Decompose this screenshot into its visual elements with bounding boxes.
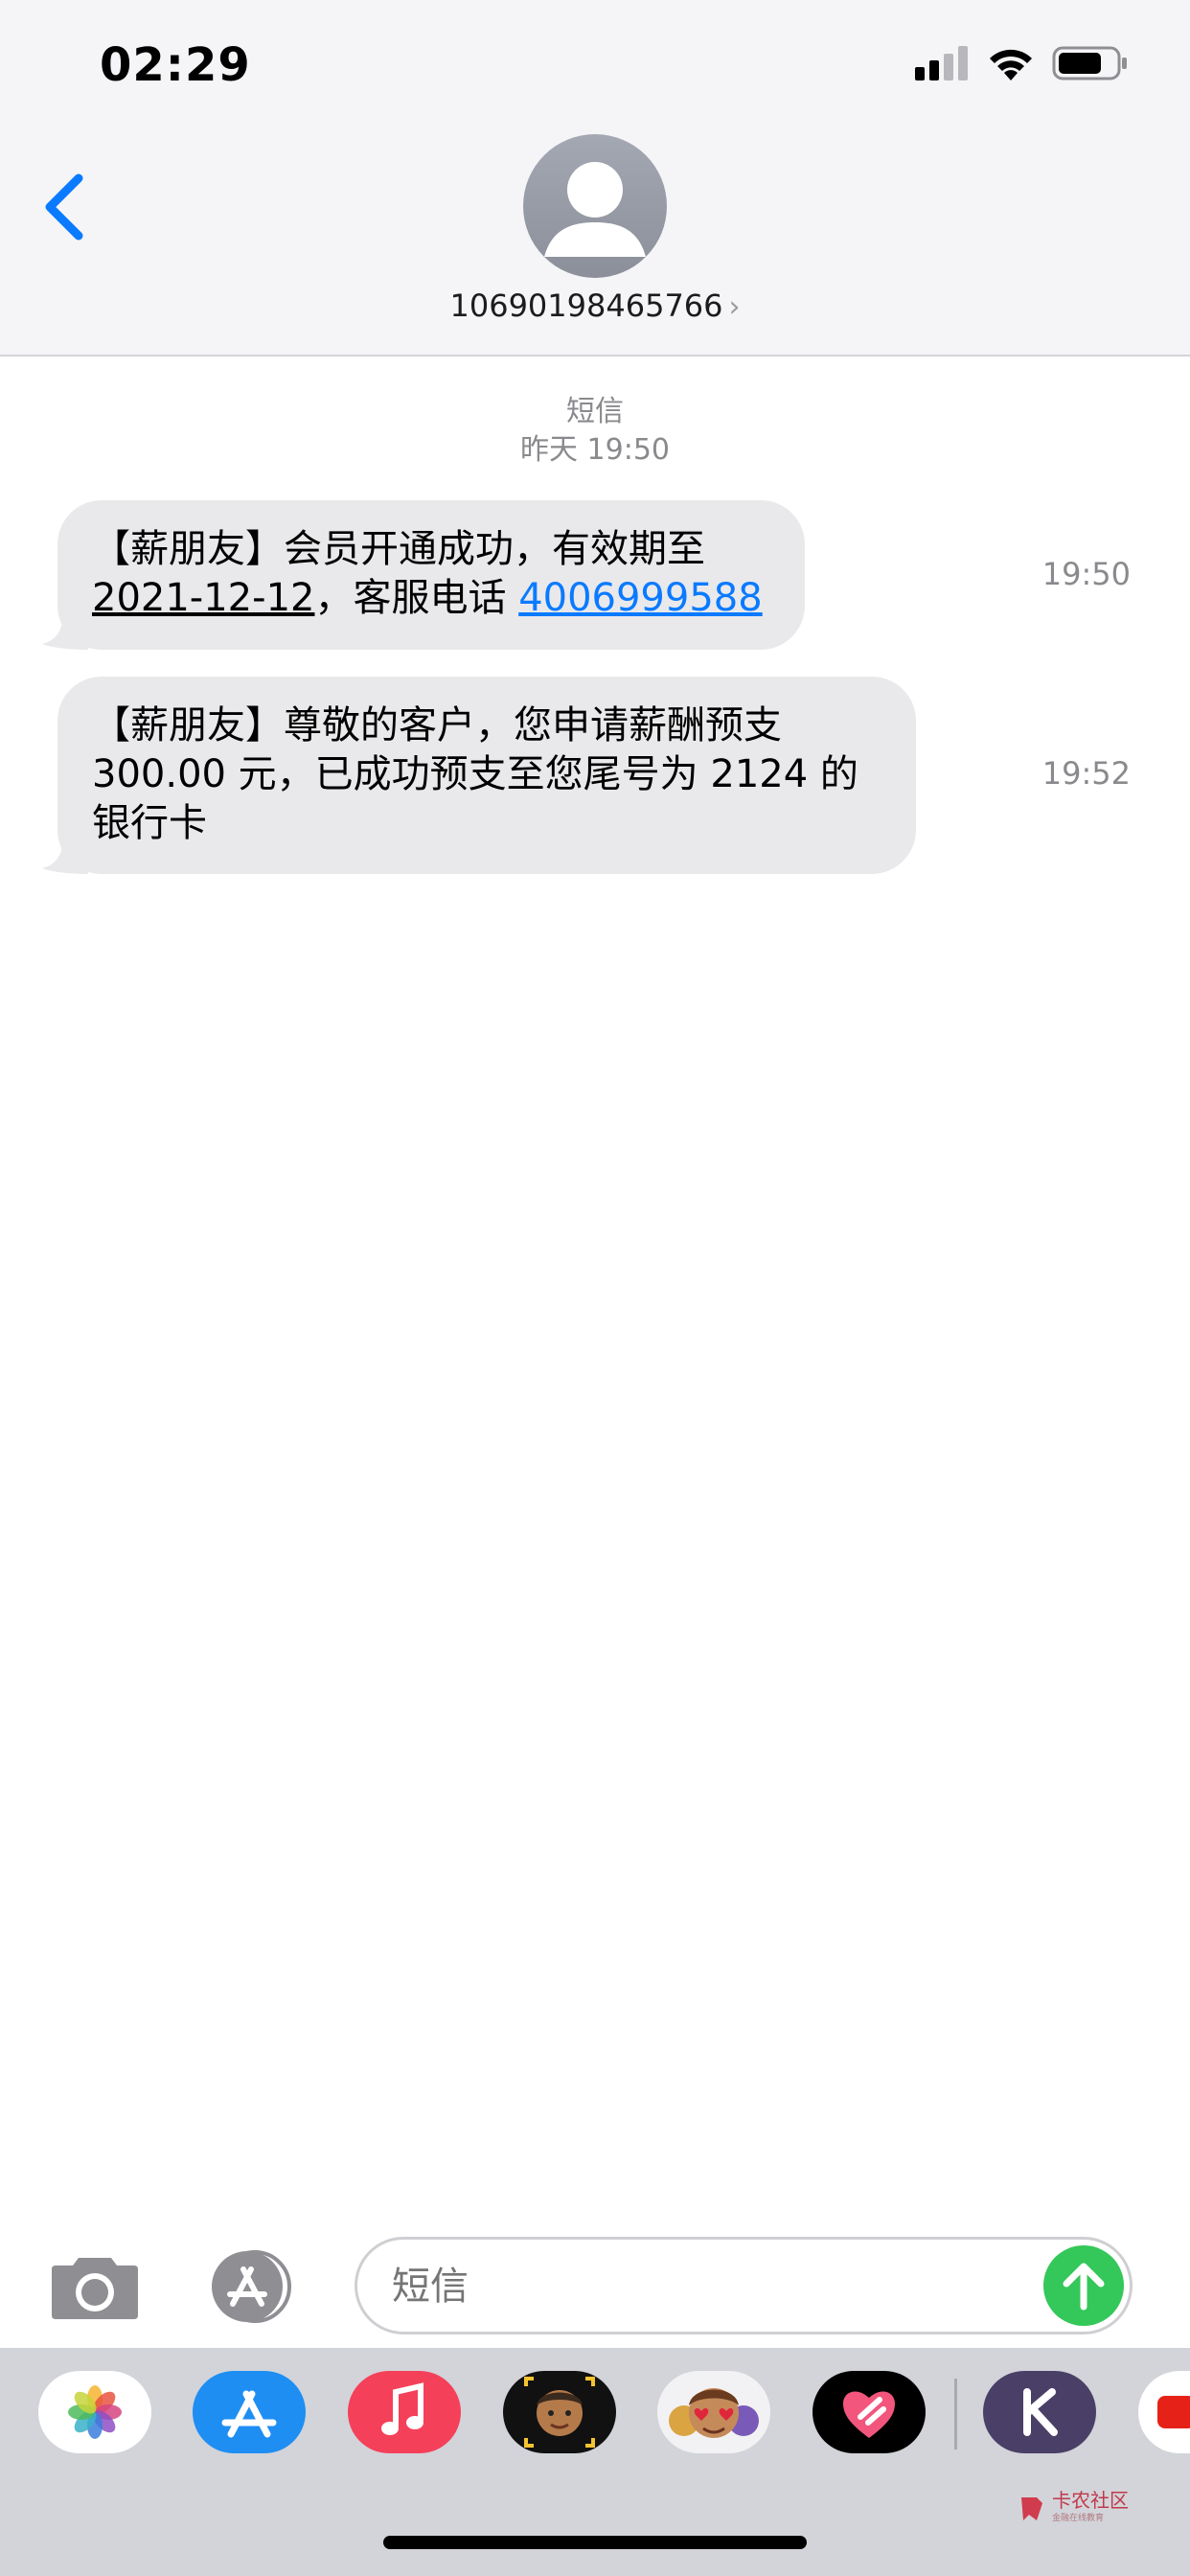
contact-name[interactable]: 10690198465766 › — [0, 288, 1190, 324]
svg-text:金融在线教育: 金融在线教育 — [1052, 2512, 1104, 2523]
animoji-icon[interactable] — [657, 2371, 770, 2453]
message-bubble[interactable]: 【薪朋友】尊敬的客户，您申请薪酬预支 300.00 元，已成功预支至您尾号为 2… — [42, 677, 916, 874]
youtube-icon[interactable] — [1138, 2371, 1190, 2453]
message-line: 2021-12-12，客服电话 4006999588 — [92, 574, 770, 623]
svg-text:卡农社区: 卡农社区 — [1052, 2490, 1129, 2512]
app-store-icon[interactable] — [193, 2371, 306, 2453]
message-time: 19:50 — [1041, 556, 1131, 592]
thread-meta: 短信 昨天 19:50 — [0, 393, 1190, 470]
message-bubble[interactable]: 【薪朋友】会员开通成功，有效期至 2021-12-12，客服电话 4006999… — [42, 500, 805, 650]
date-link[interactable]: 2021-12-12 — [92, 576, 314, 620]
message-input[interactable] — [392, 2265, 967, 2309]
arrow-up-icon — [1063, 2263, 1105, 2311]
wifi-icon — [990, 49, 1032, 80]
phone-link[interactable]: 4006999588 — [518, 576, 763, 620]
music-icon[interactable] — [348, 2371, 461, 2453]
contact-number: 10690198465766 — [449, 288, 723, 324]
service-label: 短信 — [566, 395, 624, 428]
message-time: 19:52 — [1041, 755, 1131, 792]
bubble-tail — [42, 836, 88, 874]
watermark-logo: 卡农社区 金融在线教育 — [1021, 2490, 1129, 2523]
back-chevron-icon[interactable] — [40, 171, 88, 243]
digital-touch-icon[interactable] — [812, 2371, 926, 2453]
cellular-signal-icon — [915, 46, 968, 80]
status-time: 02:29 — [100, 38, 251, 92]
message-text: ，客服电话 — [314, 576, 519, 620]
message-line: 【薪朋友】会员开通成功，有效期至 — [92, 527, 705, 571]
keep-icon[interactable] — [983, 2371, 1096, 2453]
photos-icon[interactable] — [38, 2371, 151, 2453]
contact-avatar[interactable] — [523, 134, 667, 278]
battery-icon — [1052, 46, 1127, 80]
send-button[interactable] — [1043, 2245, 1124, 2326]
person-silhouette-icon — [544, 162, 646, 257]
camera-icon[interactable] — [50, 2252, 140, 2321]
home-indicator[interactable] — [383, 2536, 807, 2549]
thread-date: 昨天 19:50 — [520, 433, 670, 467]
bubble-tail — [42, 611, 88, 650]
memoji-icon[interactable] — [503, 2371, 616, 2453]
chevron-right-icon: › — [728, 290, 741, 324]
app-store-icon[interactable] — [201, 2248, 305, 2325]
conversation-header: 02:29 10690198465766 › — [0, 0, 1190, 356]
message-line: 300.00 元，已成功预支至您尾号为 2124 的 — [92, 752, 858, 796]
message-line: 银行卡 — [92, 801, 207, 845]
message-input-container[interactable] — [355, 2237, 1133, 2334]
message-line: 【薪朋友】尊敬的客户，您申请薪酬预支 — [92, 703, 782, 748]
drawer-divider — [954, 2379, 957, 2450]
